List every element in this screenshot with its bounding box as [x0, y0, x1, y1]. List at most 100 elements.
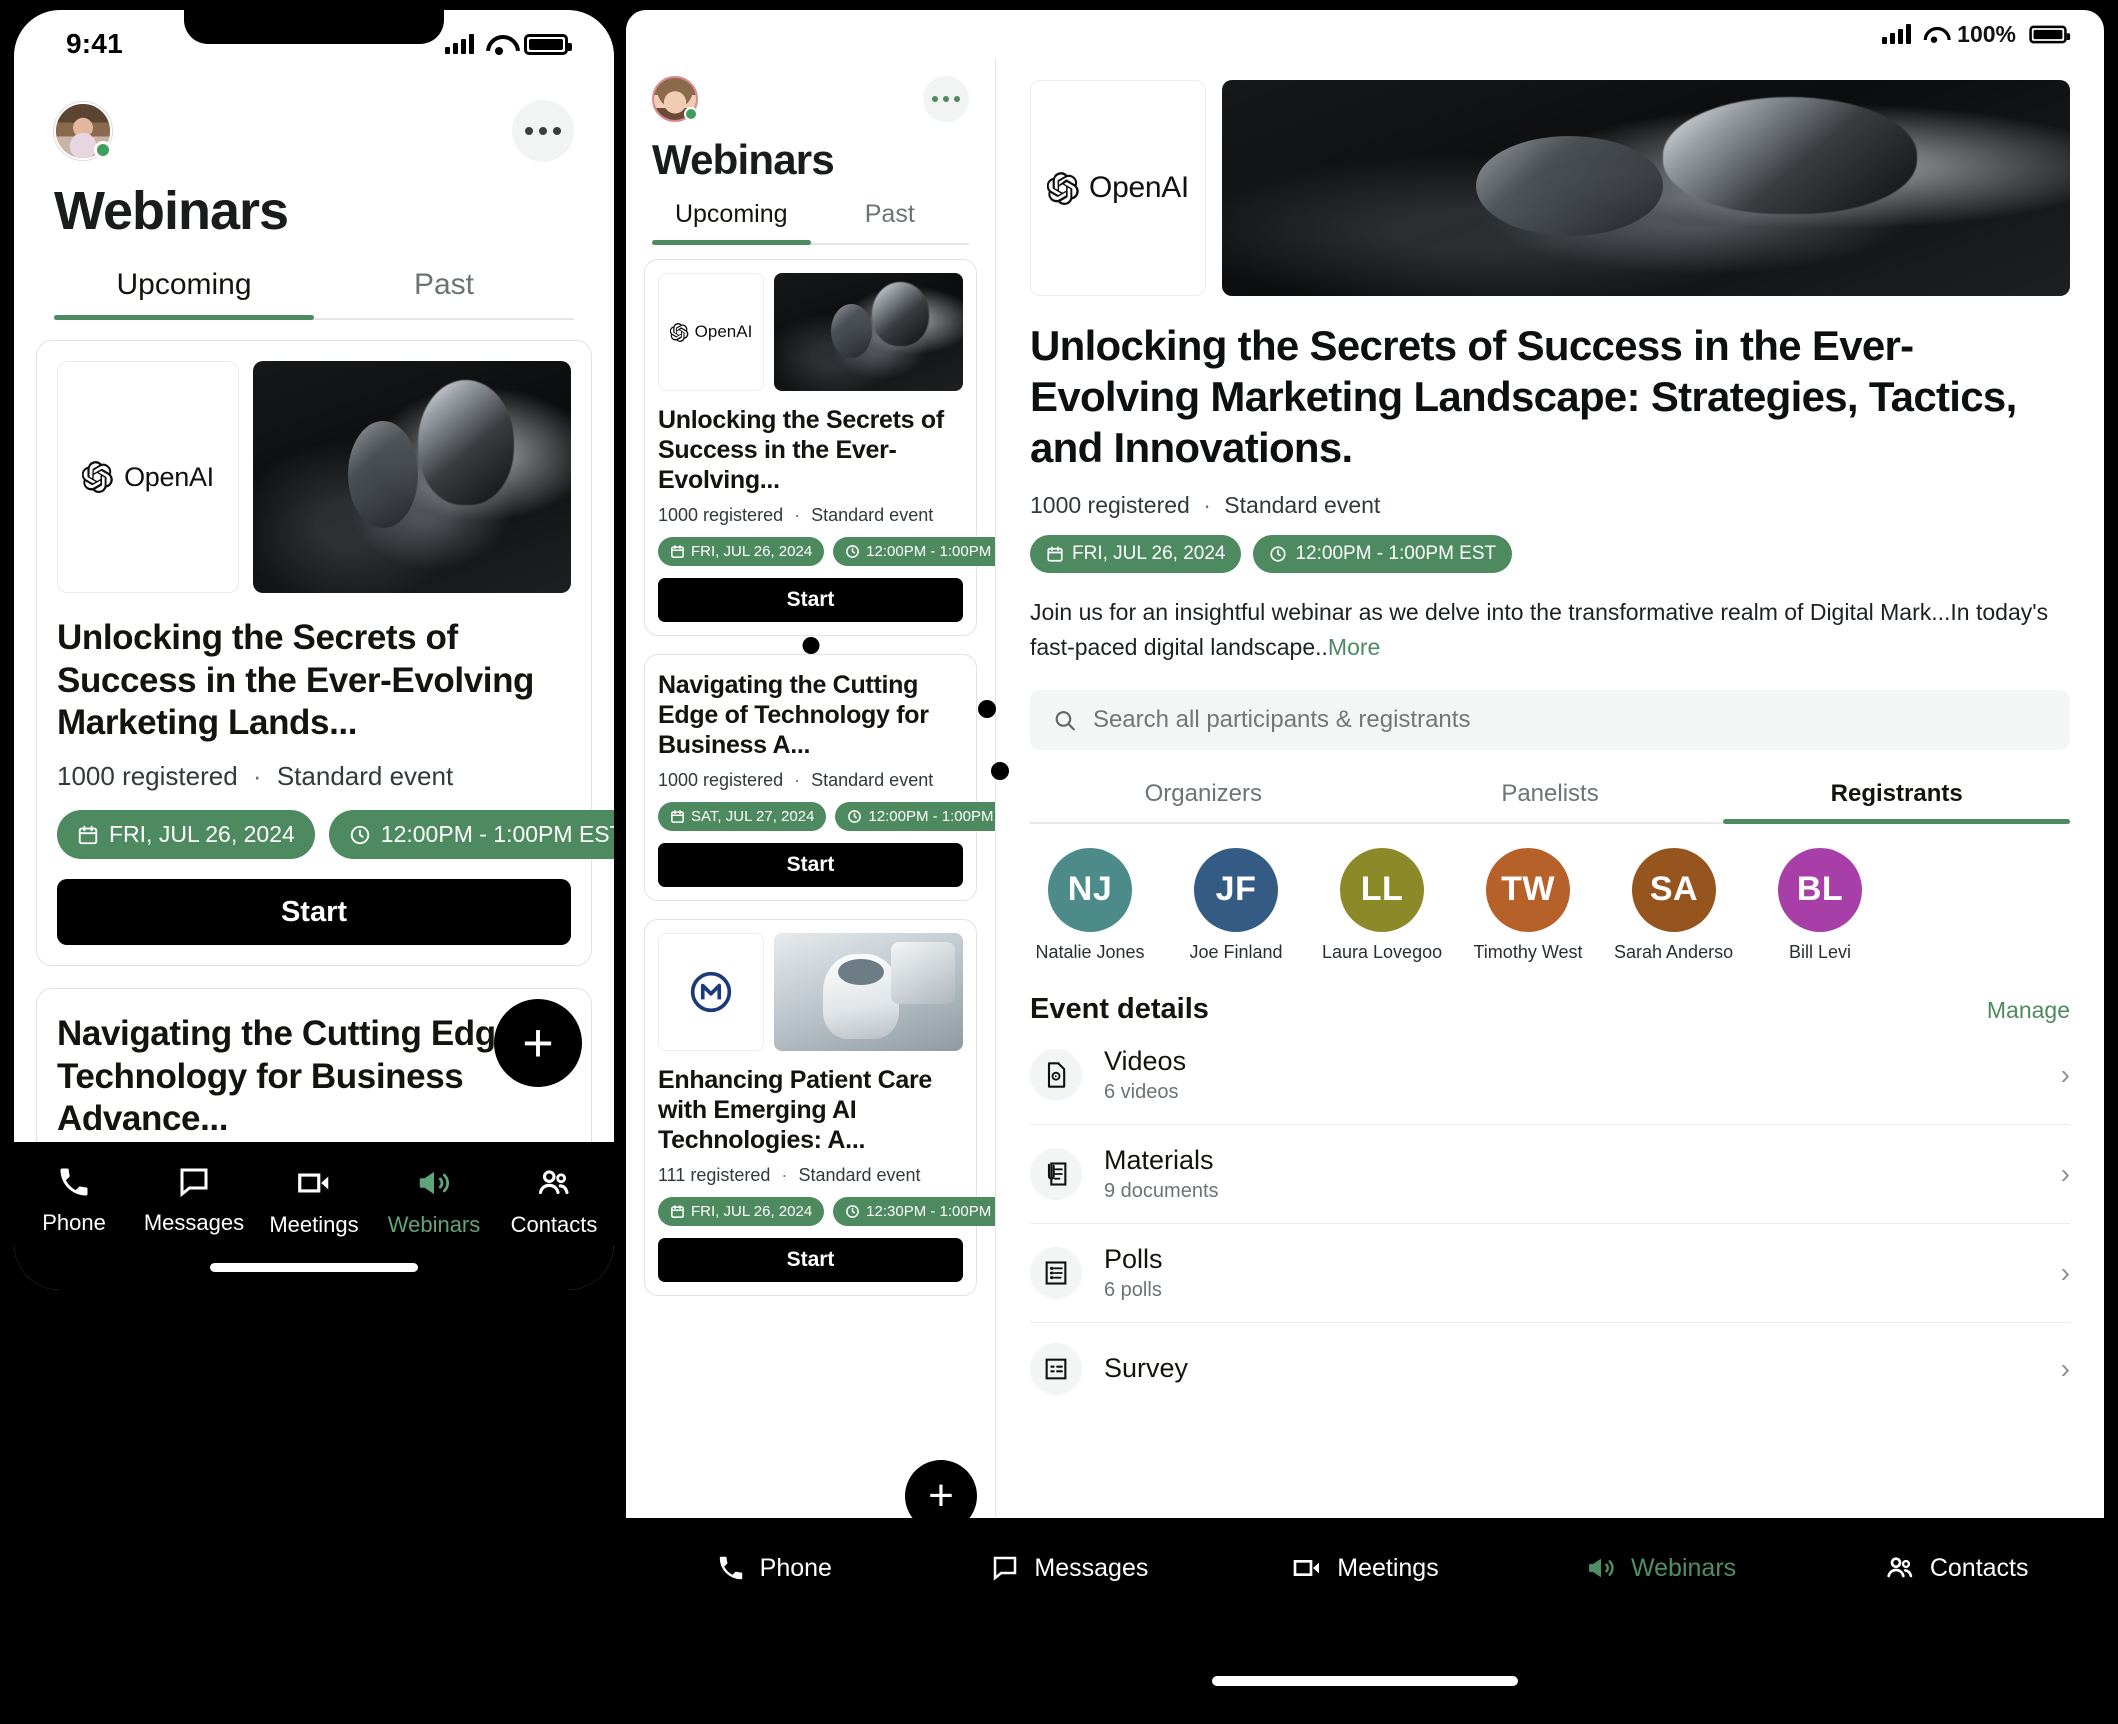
contacts-icon — [1887, 1557, 1913, 1578]
webinar-title: Unlocking the Secrets of Success in the … — [57, 618, 535, 743]
detail-row-videos[interactable]: Videos 6 videos › — [1030, 1026, 2070, 1125]
avatar[interactable] — [652, 76, 698, 122]
nav-item-contacts[interactable]: Contacts — [1808, 1552, 2104, 1584]
webinar-thumbnail — [774, 273, 963, 391]
meta-separator: · — [252, 761, 262, 792]
event-details-header: Event details Manage — [1030, 993, 2070, 1026]
detail-row-materials[interactable]: Materials 9 documents › — [1030, 1125, 2070, 1224]
nav-label: Messages — [1034, 1553, 1149, 1582]
tab-organizers[interactable]: Organizers — [1030, 776, 1377, 822]
annotation-dot — [991, 762, 1009, 780]
tab-past[interactable]: Past — [314, 256, 574, 318]
registered-count: 1000 registered — [658, 770, 784, 790]
start-button[interactable]: Start — [658, 578, 963, 622]
brand-name: OpenAI — [124, 461, 214, 492]
tablet-tabs: Upcoming Past — [652, 194, 969, 245]
clock-icon — [350, 825, 369, 844]
list-item[interactable]: SA Sarah Anderson — [1614, 847, 1734, 963]
tab-upcoming[interactable]: Upcoming — [54, 256, 314, 320]
time-chip: 12:00PM - 1:00PM EST — [833, 537, 995, 566]
screenshot-stage: 9:41 Webinars Upcoming Past OpenAI Unloc… — [0, 0, 2118, 1724]
person-name: Laura Lovegood — [1322, 941, 1442, 962]
nav-item-webinars[interactable]: Webinars — [374, 1164, 494, 1238]
registered-count: 111 registered — [658, 1165, 771, 1185]
more-options-button[interactable] — [512, 100, 574, 162]
nav-label: Webinars — [1631, 1553, 1737, 1582]
openai-logo-icon — [1047, 171, 1079, 205]
participants-search[interactable] — [1030, 689, 2070, 750]
event-type: Standard event — [1224, 491, 1381, 518]
add-webinar-fab[interactable]: + — [905, 1460, 977, 1532]
online-status-dot — [684, 107, 698, 121]
registrant-list[interactable]: NJ Natalie Jones JF Joe Finland LL Laura… — [1030, 847, 2070, 963]
more-link[interactable]: More — [1328, 634, 1380, 660]
webinar-detail-meta: 1000 registered · Standard event — [1030, 492, 2070, 519]
list-item[interactable]: JF Joe Finland — [1176, 847, 1296, 963]
chevron-right-icon: › — [2060, 1058, 2070, 1090]
list-item[interactable]: BL Bill Levi — [1760, 847, 1880, 963]
nav-item-phone[interactable]: Phone — [14, 1164, 134, 1236]
nav-item-messages[interactable]: Messages — [922, 1552, 1218, 1584]
tab-past[interactable]: Past — [811, 194, 970, 243]
detail-row-subtitle: 6 polls — [1104, 1278, 1162, 1301]
list-item[interactable]: LL Laura Lovegood — [1322, 847, 1442, 963]
calendar-icon — [671, 810, 684, 823]
search-input[interactable] — [1092, 705, 2048, 734]
calendar-icon — [671, 545, 684, 558]
avatar[interactable] — [54, 102, 112, 160]
clock-icon — [1270, 546, 1287, 562]
tab-upcoming[interactable]: Upcoming — [652, 194, 811, 245]
webinar-title: Navigating the Cutting Edge of Technolog… — [658, 671, 929, 759]
nav-item-webinars[interactable]: Webinars — [1513, 1552, 1809, 1584]
wifi-icon — [486, 35, 512, 55]
detail-row-title: Materials — [1104, 1144, 1214, 1175]
tab-panelists[interactable]: Panelists — [1377, 776, 1724, 822]
meta-separator: · — [781, 1165, 788, 1185]
tablet-webinar-list[interactable]: OpenAI Unlocking the Secrets of Success … — [626, 245, 995, 1296]
webinar-description: Join us for an insightful webinar as we … — [1030, 595, 2070, 666]
date-chip: SAT, JUL 27, 2024 — [658, 802, 827, 831]
participants-tabs: Organizers Panelists Registrants — [1030, 776, 2070, 824]
nav-item-contacts[interactable]: Contacts — [494, 1164, 614, 1238]
nav-item-messages[interactable]: Messages — [134, 1164, 254, 1236]
start-button[interactable]: Start — [658, 843, 963, 887]
list-item[interactable]: NJ Natalie Jones — [1030, 847, 1150, 963]
home-indicator — [210, 1263, 418, 1272]
page-title: Webinars — [652, 136, 835, 183]
brand-logo-box — [658, 933, 764, 1051]
online-status-dot — [94, 141, 112, 159]
message-icon — [994, 1556, 1017, 1581]
more-options-button[interactable] — [923, 76, 969, 122]
phone-webinar-list[interactable]: OpenAI Unlocking the Secrets of Success … — [14, 320, 614, 1165]
detail-row-polls[interactable]: Polls 6 polls › — [1030, 1224, 2070, 1323]
survey-icon — [1030, 1342, 1082, 1395]
avatar: NJ — [1048, 847, 1132, 932]
webinar-meta: 111 registered · Standard event — [658, 1165, 963, 1186]
nav-item-phone[interactable]: Phone — [626, 1552, 922, 1584]
webinar-meta: 1000 registered · Standard event — [658, 770, 963, 791]
phone-bottom-nav: Phone Messages Meetings Webinars Contact… — [14, 1142, 614, 1290]
person-name: Joe Finland — [1189, 941, 1283, 962]
date-chip: FRI, JUL 26, 2024 — [1030, 534, 1242, 573]
list-item[interactable]: TW Timothy West — [1468, 847, 1588, 963]
nav-item-meetings[interactable]: Meetings — [1217, 1552, 1513, 1584]
nav-label: Phone — [42, 1210, 106, 1235]
nav-item-meetings[interactable]: Meetings — [254, 1164, 374, 1238]
chevron-right-icon: › — [2060, 1157, 2070, 1189]
avatar: TW — [1486, 847, 1570, 932]
start-button[interactable]: Start — [57, 879, 571, 946]
tab-registrants[interactable]: Registrants — [1723, 776, 2070, 824]
start-button[interactable]: Start — [658, 1238, 963, 1282]
webinar-card[interactable]: Navigating the Cutting Edge of Technolog… — [644, 654, 995, 901]
detail-row-survey[interactable]: Survey › — [1030, 1323, 2070, 1415]
chevron-right-icon: › — [2060, 1256, 2070, 1288]
webinar-card[interactable]: Enhancing Patient Care with Emerging AI … — [644, 919, 995, 1296]
avatar: LL — [1340, 847, 1424, 932]
add-webinar-fab[interactable]: + — [494, 999, 582, 1087]
chevron-right-icon: › — [2060, 1352, 2070, 1384]
manage-link[interactable]: Manage — [1987, 997, 2070, 1024]
home-indicator — [1212, 1676, 1518, 1686]
webinar-card[interactable]: OpenAI Unlocking the Secrets of Success … — [644, 259, 995, 654]
video-camera-icon — [1293, 1560, 1320, 1576]
webinar-card[interactable]: OpenAI Unlocking the Secrets of Success … — [36, 340, 614, 967]
